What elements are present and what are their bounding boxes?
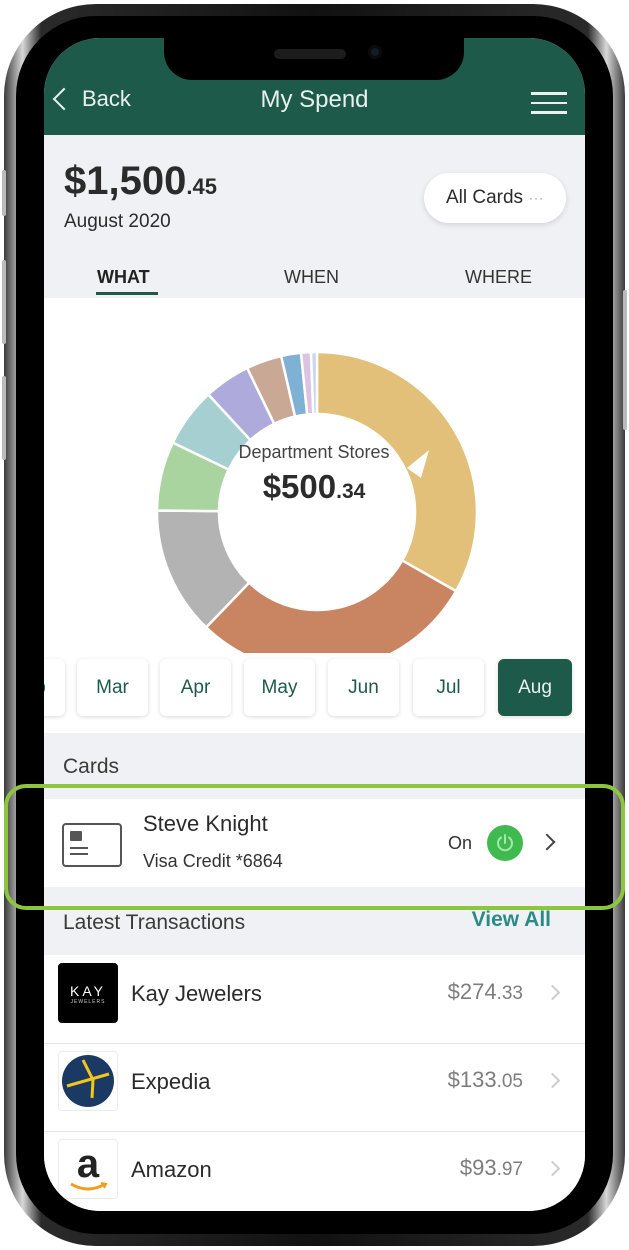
donut-slice-2[interactable] [204, 558, 458, 653]
merchant-name: Kay Jewelers [131, 981, 262, 1006]
month-apr[interactable]: Apr [160, 659, 231, 716]
card-filter-button[interactable]: All Cards ··· [424, 173, 566, 223]
page-title: My Spend [260, 86, 369, 113]
transaction-amount: $133.05 [447, 1067, 523, 1092]
kay-jewelers-logo: KAY JEWELERS [58, 963, 118, 1023]
amazon-logo: a [58, 1139, 118, 1199]
tab-where[interactable]: WHERE [465, 267, 532, 288]
donut-slice-10[interactable] [309, 350, 319, 416]
selected-value-cents: .34 [336, 480, 366, 503]
month-mar[interactable]: Mar [77, 659, 148, 716]
cards-heading: Cards [63, 755, 120, 778]
hamburger-menu-icon[interactable] [531, 92, 567, 114]
tab-what[interactable]: WHAT [97, 267, 150, 288]
selected-category-label: Department Stores [238, 442, 390, 462]
selected-category-value: $500.34 [194, 468, 434, 506]
front-camera [368, 45, 382, 59]
transactions-list: KAY JEWELERS Kay Jewelers $274.33 Expedi… [44, 955, 585, 1211]
transaction-row[interactable]: KAY JEWELERS Kay Jewelers $274.33 [44, 955, 585, 1044]
merchant-name: Expedia [131, 1069, 211, 1094]
expedia-logo [58, 1051, 118, 1111]
spend-summary: $1,500.45 August 2020 All Cards ··· WHAT… [44, 135, 585, 298]
transaction-row[interactable]: Expedia $133.05 [44, 1043, 585, 1132]
volume-down-button [2, 376, 6, 460]
month-feb[interactable]: Feb [44, 659, 65, 716]
chevron-right-icon [544, 984, 561, 1001]
active-tab-indicator [96, 292, 158, 295]
selected-value-dollars: $500 [262, 468, 337, 505]
total-dollars: $1,500 [64, 159, 187, 203]
volume-up-button [2, 260, 6, 344]
more-icon: ··· [529, 191, 545, 205]
view-all-link[interactable]: View All [472, 908, 551, 932]
transactions-heading: Latest Transactions [63, 911, 246, 934]
tab-when[interactable]: WHEN [284, 267, 339, 288]
month-may[interactable]: May [244, 659, 315, 716]
transaction-amount: $93.97 [459, 1155, 523, 1180]
period-label: August 2020 [64, 211, 171, 232]
total-spend: $1,500.45 [64, 159, 217, 204]
transaction-row[interactable]: a Amazon $93.97 [44, 1131, 585, 1211]
month-aug[interactable]: Aug [498, 659, 572, 716]
month-jul[interactable]: Jul [413, 659, 484, 716]
app-screen: Back My Spend $1,500.45 August 2020 All … [44, 38, 585, 1211]
chevron-right-icon [544, 1072, 561, 1089]
card-highlight-outline [4, 784, 625, 910]
chevron-right-icon [544, 1160, 561, 1177]
spend-donut-chart: Department Stores $500.34 [44, 298, 585, 653]
month-jun[interactable]: Jun [328, 659, 399, 716]
speaker-grille [274, 49, 346, 59]
total-cents: .45 [186, 174, 217, 199]
power-button [623, 290, 627, 430]
merchant-name: Amazon [131, 1157, 212, 1182]
transaction-amount: $274.33 [447, 979, 523, 1004]
card-filter-label: All Cards [445, 187, 524, 208]
month-selector: Feb Mar Apr May Jun Jul Aug [44, 653, 585, 733]
mute-switch [2, 170, 6, 216]
view-tabs: WHAT WHEN WHERE [44, 265, 585, 298]
notch [164, 38, 464, 80]
